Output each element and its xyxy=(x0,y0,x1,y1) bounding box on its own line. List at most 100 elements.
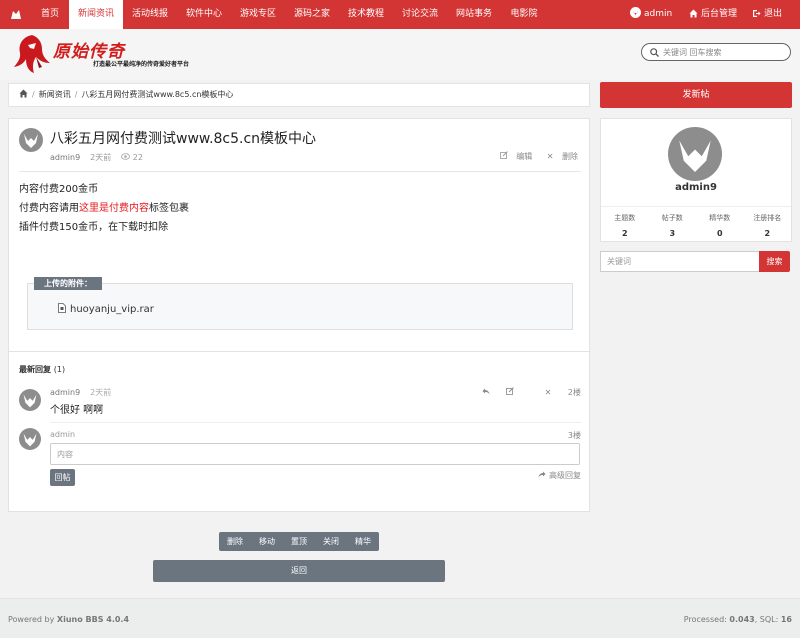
user-avatar-icon xyxy=(630,7,641,18)
composer-floor: 3楼 xyxy=(567,431,581,440)
breadcrumb-section[interactable]: 新闻资讯 xyxy=(39,90,71,99)
author-avatar-icon[interactable] xyxy=(19,128,43,152)
post-meta: admin9 2天前 22 xyxy=(50,152,143,163)
delete-post-button[interactable]: ✕ 删除 xyxy=(541,152,578,161)
post-title: 八彩五月网付费测试www.8c5.cn模板中心 xyxy=(50,131,317,147)
reply-actions: ✕ 2楼 xyxy=(468,387,581,398)
delete-label: 删除 xyxy=(562,152,578,161)
nav-logout-link[interactable]: 退出 xyxy=(752,0,782,29)
reply-content-input[interactable] xyxy=(50,443,580,465)
eye-icon xyxy=(121,153,131,160)
user-profile-card: admin9 主题数 2 帖子数 3 精华数 0 注册排名 2 xyxy=(600,118,792,242)
reply-delete-button[interactable]: ✕ xyxy=(531,388,552,397)
stat-rank: 注册排名 2 xyxy=(744,213,792,238)
dragon-logo-icon[interactable] xyxy=(12,33,52,75)
close-icon: ✕ xyxy=(544,388,552,397)
content-line-2: 付费内容请用这里是付费内容标签包裹 xyxy=(19,199,189,218)
new-post-button[interactable]: 发新帖 xyxy=(600,82,792,108)
nav-item-activity[interactable]: 活动线报 xyxy=(123,0,177,29)
reply-quote-button[interactable] xyxy=(482,388,490,397)
mod-delete-button[interactable]: 删除 xyxy=(219,532,251,551)
post-actions: 编辑 ✕ 删除 xyxy=(494,151,578,162)
sidebar-search-button[interactable]: 搜索 xyxy=(759,251,790,272)
nav-item-cinema[interactable]: 电影院 xyxy=(501,0,547,29)
submit-reply-button[interactable]: 回帖 xyxy=(50,469,75,486)
reply-edit-button[interactable] xyxy=(506,387,514,397)
mod-pin-button[interactable]: 置顶 xyxy=(283,532,315,551)
composer-username: admin xyxy=(50,430,76,439)
stat-label: 精华数 xyxy=(709,214,731,222)
breadcrumb-separator: / xyxy=(74,90,78,99)
file-icon xyxy=(58,303,66,313)
breadcrumb-current[interactable]: 八彩五月网付费测试www.8c5.cn模板中心 xyxy=(81,90,233,99)
sidebar-search-input[interactable] xyxy=(600,251,760,272)
mod-digest-button[interactable]: 精华 xyxy=(347,532,379,551)
advanced-reply-link[interactable]: 高级回复 xyxy=(538,470,581,481)
nav-item-site-affairs[interactable]: 网站事务 xyxy=(447,0,501,29)
footer-stats: Processed: 0.043, SQL: 16 xyxy=(684,615,792,624)
stat-value: 2 xyxy=(621,229,628,238)
footer-processed-value: 0.043 xyxy=(729,615,755,624)
stat-value: 0 xyxy=(716,229,723,238)
nav-logout-label: 退出 xyxy=(764,9,783,19)
footer: Powered by Xiuno BBS 4.0.4 Processed: 0.… xyxy=(0,598,800,638)
nav-item-software[interactable]: 软件中心 xyxy=(177,0,231,29)
mod-move-button[interactable]: 移动 xyxy=(251,532,283,551)
attachment-link[interactable]: huoyanju_vip.rar xyxy=(58,303,154,315)
close-icon: ✕ xyxy=(546,152,554,161)
reply-text: 个很好 啊啊 xyxy=(50,405,104,416)
divider xyxy=(601,206,791,207)
reply-icon xyxy=(482,388,490,395)
nav-item-home[interactable]: 首页 xyxy=(31,0,69,29)
stat-label: 主题数 xyxy=(614,214,636,222)
sidebar-search: 搜索 xyxy=(600,251,792,272)
back-button[interactable]: 返回 xyxy=(153,560,445,582)
mod-close-button[interactable]: 关闭 xyxy=(315,532,347,551)
nav-item-news[interactable]: 新闻资讯 xyxy=(69,0,123,29)
reply-meta: admin9 2天前 xyxy=(50,387,111,398)
post-time: 2天前 xyxy=(90,153,112,162)
post-content: 内容付费200金币 付费内容请用这里是付费内容标签包裹 插件付费150金币，在下… xyxy=(19,180,189,237)
nav-username: admin xyxy=(644,9,673,19)
attachments-label: 上传的附件： xyxy=(34,277,102,290)
post-author[interactable]: admin9 xyxy=(50,153,80,162)
edit-icon xyxy=(506,387,514,395)
stat-label: 注册排名 xyxy=(753,214,782,222)
edit-post-button[interactable]: 编辑 xyxy=(499,151,533,161)
header-search[interactable] xyxy=(641,43,791,61)
stat-digests: 精华数 0 xyxy=(696,213,744,238)
stat-value: 2 xyxy=(764,229,771,238)
nav-item-tutorials[interactable]: 技术教程 xyxy=(339,0,393,29)
post-card: 八彩五月网付费测试www.8c5.cn模板中心 admin9 2天前 22 编辑 … xyxy=(8,118,590,512)
header-search-input[interactable] xyxy=(663,46,785,58)
home-icon[interactable] xyxy=(19,89,28,98)
reply-avatar-icon[interactable] xyxy=(19,389,41,411)
stat-threads: 主题数 2 xyxy=(601,213,649,238)
nav-item-discussion[interactable]: 讨论交流 xyxy=(393,0,447,29)
profile-stats: 主题数 2 帖子数 3 精华数 0 注册排名 2 xyxy=(601,213,791,238)
nav-admin-label: 后台管理 xyxy=(701,9,738,19)
advanced-reply-label: 高级回复 xyxy=(549,471,581,480)
logo-slogan: 打造最公平最纯净的传奇爱好者平台 xyxy=(93,61,190,68)
stat-posts: 帖子数 3 xyxy=(649,213,697,238)
paid-content-text: 这里是付费内容 xyxy=(79,203,149,214)
divider xyxy=(9,351,589,352)
reply-author[interactable]: admin9 xyxy=(50,388,80,397)
profile-username[interactable]: admin9 xyxy=(601,182,791,193)
breadcrumb-separator: / xyxy=(32,90,35,99)
footer-software-link[interactable]: Xiuno BBS 4.0.4 xyxy=(57,615,129,624)
stat-label: 帖子数 xyxy=(661,214,683,222)
nav-item-source[interactable]: 源码之家 xyxy=(285,0,339,29)
home-icon xyxy=(689,9,698,18)
edit-label: 编辑 xyxy=(516,152,533,161)
post-views: 22 xyxy=(132,153,143,162)
site-logo-icon[interactable] xyxy=(9,7,23,21)
top-nav: 首页 新闻资讯 活动线报 软件中心 游戏专区 源码之家 技术教程 讨论交流 网站… xyxy=(0,0,800,29)
profile-avatar-icon[interactable] xyxy=(668,127,722,181)
content-text: 付费内容请用 xyxy=(19,203,79,214)
moderation-toolbar: 删除 移动 置顶 关闭 精华 xyxy=(219,532,379,551)
nav-admin-link[interactable]: 后台管理 xyxy=(689,0,737,29)
nav-item-games[interactable]: 游戏专区 xyxy=(231,0,285,29)
divider xyxy=(19,171,581,172)
nav-user[interactable]: admin xyxy=(630,0,672,29)
